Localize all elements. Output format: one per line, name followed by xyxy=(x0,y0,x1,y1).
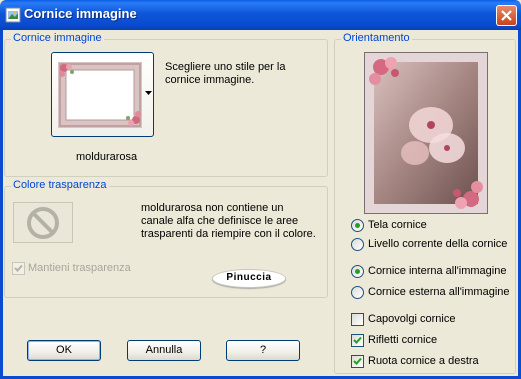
rifletti-cornice-checkbox[interactable] xyxy=(351,334,364,347)
dropdown-arrow-icon xyxy=(145,91,152,95)
radio-cornice-interna[interactable] xyxy=(351,265,364,278)
orientation-group-legend: Orientamento xyxy=(341,32,412,44)
window-border-left xyxy=(0,30,3,379)
frame-picker-button[interactable] xyxy=(51,52,154,137)
frame-group-legend: Cornice immagine xyxy=(11,32,104,44)
close-icon xyxy=(501,10,512,21)
ruota-cornice-checkbox[interactable] xyxy=(351,355,364,368)
capovolgi-cornice-label: Capovolgi cornice xyxy=(368,313,456,325)
radio-livello-corrente-label: Livello corrente della cornice xyxy=(368,238,508,250)
transparency-message-line3: trasparenti da riempire con il colore. xyxy=(141,228,316,240)
preview-artwork xyxy=(365,53,487,213)
radio-tela-cornice-label: Tela cornice xyxy=(368,219,427,231)
radio-livello-corrente[interactable] xyxy=(351,238,364,251)
checkmark-icon xyxy=(14,264,23,272)
keep-transparency-label: Mantieni trasparenza xyxy=(28,262,131,274)
radio-tela-cornice[interactable] xyxy=(351,219,364,232)
rifletti-cornice-label: Rifletti cornice xyxy=(368,334,438,346)
transparency-message-line2: canale alfa che definisce le aree xyxy=(141,215,299,227)
transparency-message-line1: moldurarosa non contiene un xyxy=(141,202,284,214)
signature-badge: Pinuccia xyxy=(212,269,286,288)
checkmark-icon xyxy=(353,336,362,344)
cancel-button[interactable]: Annulla xyxy=(127,340,201,361)
frame-thumbnail xyxy=(58,62,142,128)
frame-description-line1: Scegliere uno stile per la xyxy=(165,61,286,73)
close-button[interactable] xyxy=(496,5,517,26)
app-icon xyxy=(5,7,21,23)
ruota-cornice-label: Ruota cornice a destra xyxy=(368,355,479,367)
transparency-group-legend: Colore trasparenza xyxy=(11,179,109,191)
help-button[interactable]: ? xyxy=(226,340,300,361)
keep-transparency-checkbox[interactable] xyxy=(12,262,25,275)
title-bar[interactable]: Cornice immagine xyxy=(0,0,521,30)
ok-button[interactable]: OK xyxy=(27,340,101,361)
window-title: Cornice immagine xyxy=(24,6,137,21)
radio-selected-dot xyxy=(355,223,360,228)
preview-image xyxy=(364,52,488,214)
radio-cornice-esterna-label: Cornice esterna all'immagine xyxy=(368,286,510,298)
radio-cornice-esterna[interactable] xyxy=(351,286,364,299)
no-entry-icon xyxy=(27,207,59,239)
signature-text: Pinuccia xyxy=(226,272,272,283)
transparency-color-swatch[interactable] xyxy=(13,202,73,243)
radio-selected-dot xyxy=(355,269,360,274)
radio-cornice-interna-label: Cornice interna all'immagine xyxy=(368,265,507,277)
frame-description-line2: cornice immagine. xyxy=(165,74,255,86)
selected-frame-name: moldurarosa xyxy=(76,151,138,163)
capovolgi-cornice-checkbox[interactable] xyxy=(351,313,364,326)
checkmark-icon xyxy=(353,357,362,365)
